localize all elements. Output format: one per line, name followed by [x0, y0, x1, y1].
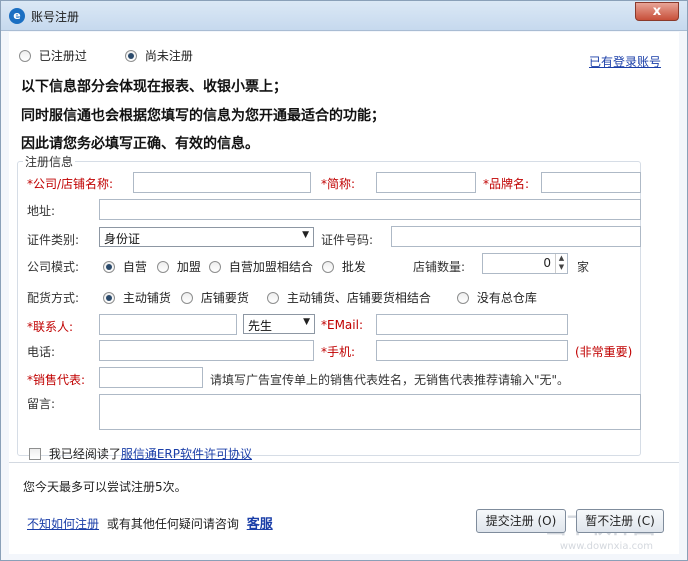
company-name-label: *公司/店铺名称:	[27, 177, 114, 191]
supply-mixed-label: 主动铺货、店铺要货相结合	[286, 291, 431, 305]
supply-option-push[interactable]: 主动铺货	[103, 289, 171, 306]
contact-input[interactable]	[99, 314, 237, 335]
mode-self-radio[interactable]	[103, 261, 115, 273]
supply-method-label: 配货方式:	[27, 291, 80, 305]
supply-mixed-radio[interactable]	[267, 292, 279, 304]
agreement-checkbox[interactable]	[29, 448, 41, 460]
radio-unregistered[interactable]: 尚未注册	[125, 47, 193, 64]
short-name-label: *简称:	[321, 177, 356, 191]
registration-window: e 账号注册 x 已注册过 尚未注册 已有登录账号 以下信息部分会体现在报表、收…	[0, 0, 688, 561]
group-title: 注册信息	[23, 153, 76, 170]
brand-name-label: *品牌名:	[483, 177, 530, 191]
submit-button[interactable]: 提交注册 (O)	[476, 509, 566, 533]
supply-pull-radio[interactable]	[181, 292, 193, 304]
company-name-input[interactable]	[133, 172, 311, 193]
email-label: *EMail:	[321, 318, 363, 332]
supply-pull-label: 店铺要货	[200, 291, 249, 305]
chevron-down-icon: ▼	[303, 317, 310, 327]
mode-mixed-radio[interactable]	[209, 261, 221, 273]
notice-line-3: 因此请您务必填写正确、有效的信息。	[21, 136, 259, 152]
license-agreement-link[interactable]: 服信通ERP软件许可协议	[121, 447, 252, 461]
id-number-label: 证件号码:	[321, 233, 374, 247]
footer-help-row: 不知如何注册 或有其他任何疑问请咨询 客服	[27, 513, 273, 532]
window-title: 账号注册	[31, 10, 80, 24]
store-unit-label: 家	[577, 260, 590, 274]
mode-option-self[interactable]: 自营	[103, 258, 147, 275]
mode-franchise-label: 加盟	[176, 260, 201, 274]
message-label: 留言:	[27, 397, 56, 411]
short-name-input[interactable]	[376, 172, 476, 193]
how-to-register-link[interactable]: 不知如何注册	[27, 517, 99, 531]
store-count-stepper[interactable]: 0 ▲ ▼	[482, 253, 568, 274]
id-type-value: 身份证	[104, 232, 141, 246]
mode-option-franchise[interactable]: 加盟	[157, 258, 201, 275]
mode-option-mixed[interactable]: 自营加盟相结合	[209, 258, 313, 275]
customer-service-link[interactable]: 客服	[247, 517, 273, 532]
supply-none-radio[interactable]	[457, 292, 469, 304]
radio-registered[interactable]: 已注册过	[19, 47, 87, 64]
message-textarea[interactable]	[99, 394, 641, 430]
radio-unregistered-label: 尚未注册	[144, 49, 193, 63]
mode-wholesale-radio[interactable]	[322, 261, 334, 273]
supply-option-pull[interactable]: 店铺要货	[181, 289, 249, 306]
mobile-note: (非常重要)	[575, 345, 633, 359]
sales-rep-hint: 请填写广告宣传单上的销售代表姓名，无销售代表推荐请输入"无"。	[210, 373, 570, 387]
supply-push-radio[interactable]	[103, 292, 115, 304]
radio-registered-indicator[interactable]	[19, 50, 31, 62]
brand-name-input[interactable]	[541, 172, 641, 193]
id-number-input[interactable]	[391, 226, 641, 247]
attempts-notice: 您今天最多可以尝试注册5次。	[23, 480, 187, 494]
email-input[interactable]	[376, 314, 568, 335]
consult-text: 或有其他任何疑问请咨询	[106, 517, 239, 531]
existing-account-link[interactable]: 已有登录账号	[589, 53, 661, 70]
close-button[interactable]: x	[635, 2, 679, 21]
notice-line-2: 同时服信通也会根据您填写的信息为您开通最适合的功能；	[21, 108, 385, 124]
mode-wholesale-label: 批发	[341, 260, 366, 274]
store-count-value: 0	[543, 256, 551, 270]
chevron-down-icon: ▼	[302, 230, 309, 240]
watermark-url: www.downxia.com	[559, 541, 653, 552]
mode-franchise-radio[interactable]	[157, 261, 169, 273]
supply-option-mixed[interactable]: 主动铺货、店铺要货相结合	[267, 289, 431, 306]
mobile-label: *手机:	[321, 345, 356, 359]
app-logo-icon: e	[9, 8, 25, 24]
notice-line-1: 以下信息部分会体现在报表、收银小票上；	[21, 79, 287, 95]
id-type-label: 证件类别:	[27, 233, 80, 247]
dialog-content: 已注册过 尚未注册 已有登录账号 以下信息部分会体现在报表、收银小票上； 同时服…	[9, 32, 679, 554]
store-count-label: 店铺数量:	[413, 260, 466, 274]
address-input[interactable]	[99, 199, 641, 220]
title-value: 先生	[248, 319, 273, 333]
radio-unregistered-indicator[interactable]	[125, 50, 137, 62]
divider	[9, 462, 679, 463]
supply-option-none[interactable]: 没有总仓库	[457, 289, 537, 306]
agreement-row: 我已经阅读了服信通ERP软件许可协议	[29, 445, 252, 462]
mode-option-wholesale[interactable]: 批发	[322, 258, 366, 275]
cancel-button[interactable]: 暂不注册 (C)	[576, 509, 664, 533]
mobile-input[interactable]	[376, 340, 568, 361]
id-type-select[interactable]: 身份证 ▼	[99, 227, 314, 247]
address-label: 地址:	[27, 204, 56, 218]
supply-none-label: 没有总仓库	[476, 291, 537, 305]
title-select[interactable]: 先生 ▼	[243, 314, 315, 334]
radio-registered-label: 已注册过	[38, 49, 87, 63]
phone-label: 电话:	[27, 345, 56, 359]
mode-self-label: 自营	[122, 260, 147, 274]
stepper-arrows-icon[interactable]: ▲ ▼	[555, 254, 567, 273]
phone-input[interactable]	[99, 340, 314, 361]
agreement-prefix: 我已经阅读了	[48, 447, 121, 461]
title-bar[interactable]: e 账号注册 x	[1, 1, 687, 31]
supply-push-label: 主动铺货	[122, 291, 171, 305]
sales-rep-input[interactable]	[99, 367, 203, 388]
company-mode-label: 公司模式:	[27, 260, 80, 274]
contact-label: *联系人:	[27, 320, 74, 334]
sales-rep-label: *销售代表:	[27, 373, 86, 387]
mode-mixed-label: 自营加盟相结合	[228, 260, 313, 274]
